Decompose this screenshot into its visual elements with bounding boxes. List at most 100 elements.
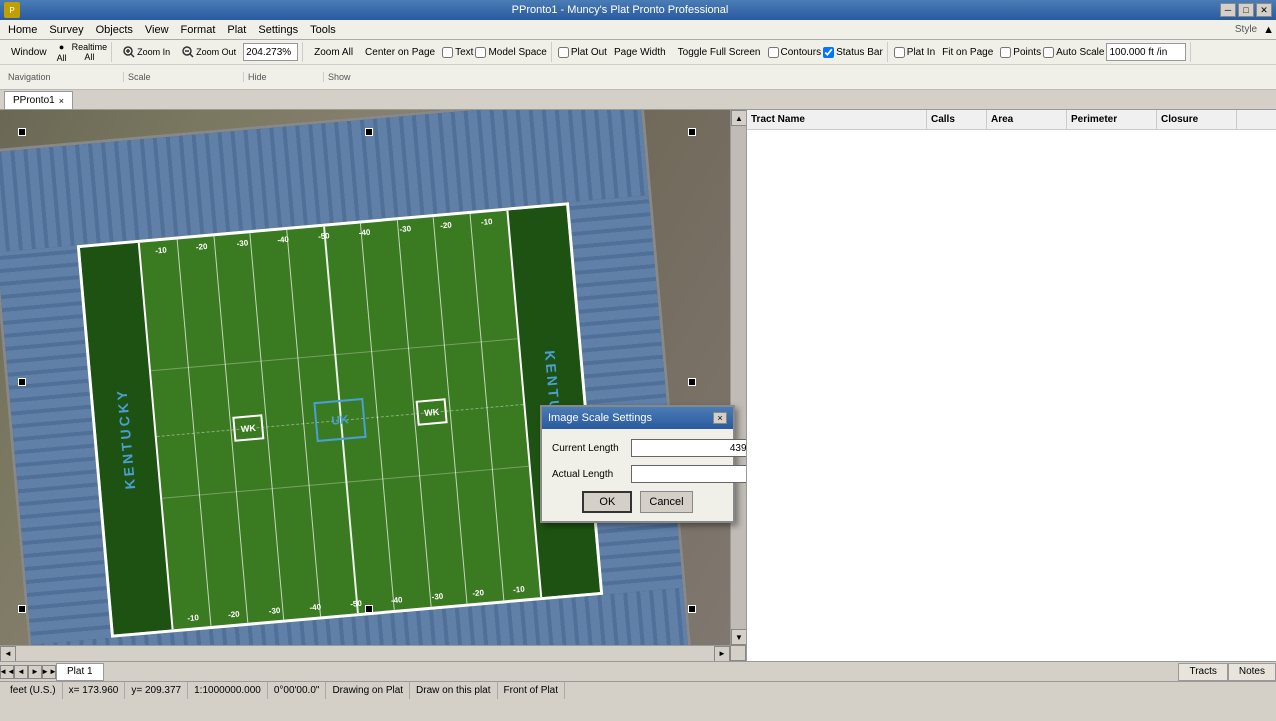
page-width-button[interactable]: Page Width [609, 42, 671, 62]
minimize-button[interactable]: ─ [1220, 3, 1236, 17]
style-label: Style [1229, 24, 1263, 35]
toolbar-row1: Window ● All Realtime All Zoom In Zoom O… [0, 40, 1276, 90]
scale-section-label: Scale [124, 72, 244, 82]
zoom-input[interactable] [243, 43, 298, 61]
canvas-area[interactable]: KENTUCKY KENTUCKY [0, 110, 746, 661]
canvas-vscroll: ▲ ▼ [730, 110, 746, 645]
tab-close-button[interactable]: × [59, 96, 64, 106]
actual-length-label: Actual Length [552, 469, 627, 480]
cancel-button[interactable]: Cancel [640, 491, 692, 513]
scroll-right-button[interactable]: ► [714, 646, 730, 662]
menu-view[interactable]: View [139, 22, 175, 38]
notes-tab[interactable]: Notes [1228, 663, 1276, 681]
window-title: PPronto1 - Muncy's Plat Pronto Professio… [20, 4, 1220, 16]
scroll-corner [730, 645, 746, 661]
col-calls: Calls [927, 110, 987, 129]
handle-tr[interactable] [688, 128, 696, 136]
plat-tab[interactable]: Plat 1 [56, 663, 104, 681]
menu-format[interactable]: Format [175, 22, 222, 38]
window-button[interactable]: Window [6, 42, 52, 62]
scale-cell: 1:1000000.000 [188, 682, 268, 699]
tab-bar: PPronto1 × [0, 90, 1276, 110]
col-perimeter: Perimeter [1067, 110, 1157, 129]
vscroll-thumb[interactable] [731, 126, 746, 629]
right-panel: Tract Name Calls Area Perimeter Closure [746, 110, 1276, 661]
model-space-check[interactable]: Model Space [475, 47, 546, 58]
canvas-hscroll: ◄ ► [0, 645, 730, 661]
close-button[interactable]: ✕ [1256, 3, 1272, 17]
col-closure: Closure [1157, 110, 1237, 129]
front-cell: Front of Plat [498, 682, 565, 699]
menu-settings[interactable]: Settings [252, 22, 304, 38]
handle-bl[interactable] [18, 605, 26, 613]
handle-br[interactable] [688, 605, 696, 613]
scroll-left-button[interactable]: ◄ [0, 646, 16, 662]
status-bar-check[interactable]: Status Bar [823, 47, 883, 58]
toggle-full-screen-button[interactable]: Toggle Full Screen [673, 42, 766, 62]
canvas-background: KENTUCKY KENTUCKY [0, 110, 730, 645]
handle-ml[interactable] [18, 378, 26, 386]
col-area: Area [987, 110, 1067, 129]
right-panel-header: Tract Name Calls Area Perimeter Closure [747, 110, 1276, 130]
restore-button[interactable]: □ [1238, 3, 1254, 17]
ribbon-close-button[interactable]: ▲ [1263, 24, 1274, 36]
plat-in-check[interactable]: Plat In [894, 47, 935, 58]
document-tab[interactable]: PPronto1 × [4, 91, 73, 109]
actual-length-row: Actual Length [552, 465, 723, 483]
x-coord-cell: x= 173.960 [63, 682, 126, 699]
center-on-page-button[interactable]: Center on Page [360, 42, 440, 62]
hide-section-label: Hide [244, 72, 324, 82]
title-bar: P PPronto1 - Muncy's Plat Pronto Profess… [0, 0, 1276, 20]
current-length-label: Current Length [552, 443, 627, 454]
contours-check[interactable]: Contours [768, 47, 822, 58]
scroll-down-button[interactable]: ▼ [731, 629, 746, 645]
show-section-label: Show [324, 72, 355, 82]
current-length-input[interactable] [631, 439, 746, 457]
col-tract-name: Tract Name [747, 110, 927, 129]
tab-name: PPronto1 [13, 95, 55, 106]
zoom-all-button[interactable]: Zoom All [309, 42, 358, 62]
scroll-up-button[interactable]: ▲ [731, 110, 746, 126]
fit-on-page-button[interactable]: Fit on Page [937, 42, 998, 62]
scale-input[interactable] [1106, 43, 1186, 61]
menu-survey[interactable]: Survey [43, 22, 89, 38]
plat-out-check[interactable]: Plat Out [558, 47, 607, 58]
handle-mr[interactable] [688, 378, 696, 386]
handle-tc[interactable] [365, 128, 373, 136]
menu-home[interactable]: Home [2, 22, 43, 38]
bottom-nav-prev[interactable]: ◄◄ [0, 665, 14, 679]
realtime-label: Realtime [72, 42, 108, 52]
handle-tl[interactable] [18, 128, 26, 136]
dialog-title-text: Image Scale Settings [548, 412, 652, 424]
bottom-nav-next[interactable]: ►► [42, 665, 56, 679]
tracts-tab[interactable]: Tracts [1178, 663, 1227, 681]
menu-tools[interactable]: Tools [304, 22, 342, 38]
y-coord-cell: y= 209.377 [125, 682, 188, 699]
bottom-nav-right[interactable]: ► [28, 665, 42, 679]
drawing-on-cell: Drawing on Plat [326, 682, 410, 699]
zoom-out-button[interactable]: Zoom Out [177, 42, 241, 62]
actual-length-input[interactable] [631, 465, 746, 483]
realtime-button[interactable]: ● [56, 41, 67, 53]
image-scale-settings-dialog: Image Scale Settings × Current Length Ac… [540, 405, 735, 523]
zoom-in-button[interactable]: Zoom In [118, 42, 175, 62]
menu-bar: Home Survey Objects View Format Plat Set… [0, 20, 1276, 40]
dialog-buttons: OK Cancel [552, 491, 723, 513]
handle-bc[interactable] [365, 605, 373, 613]
menu-plat[interactable]: Plat [221, 22, 252, 38]
bottom-nav-left[interactable]: ◄ [14, 665, 28, 679]
angle-cell: 0°00'00.0" [268, 682, 327, 699]
draw-this-cell: Draw on this plat [410, 682, 497, 699]
ok-button[interactable]: OK [582, 491, 632, 513]
text-check[interactable]: Text [442, 47, 473, 58]
all-button[interactable]: All [54, 53, 70, 63]
menu-objects[interactable]: Objects [90, 22, 139, 38]
auto-scale-check[interactable]: Auto Scale [1043, 47, 1104, 58]
dialog-close-button[interactable]: × [713, 412, 727, 424]
bottom-tab-bar: ◄◄ ◄ ► ►► Plat 1 Tracts Notes [0, 661, 1276, 681]
navigation-section-label: Navigation [4, 72, 124, 82]
points-check[interactable]: Points [1000, 47, 1041, 58]
unit-cell: feet (U.S.) [4, 682, 63, 699]
all-label: All [84, 52, 94, 62]
status-bar: feet (U.S.) x= 173.960 y= 209.377 1:1000… [0, 681, 1276, 699]
